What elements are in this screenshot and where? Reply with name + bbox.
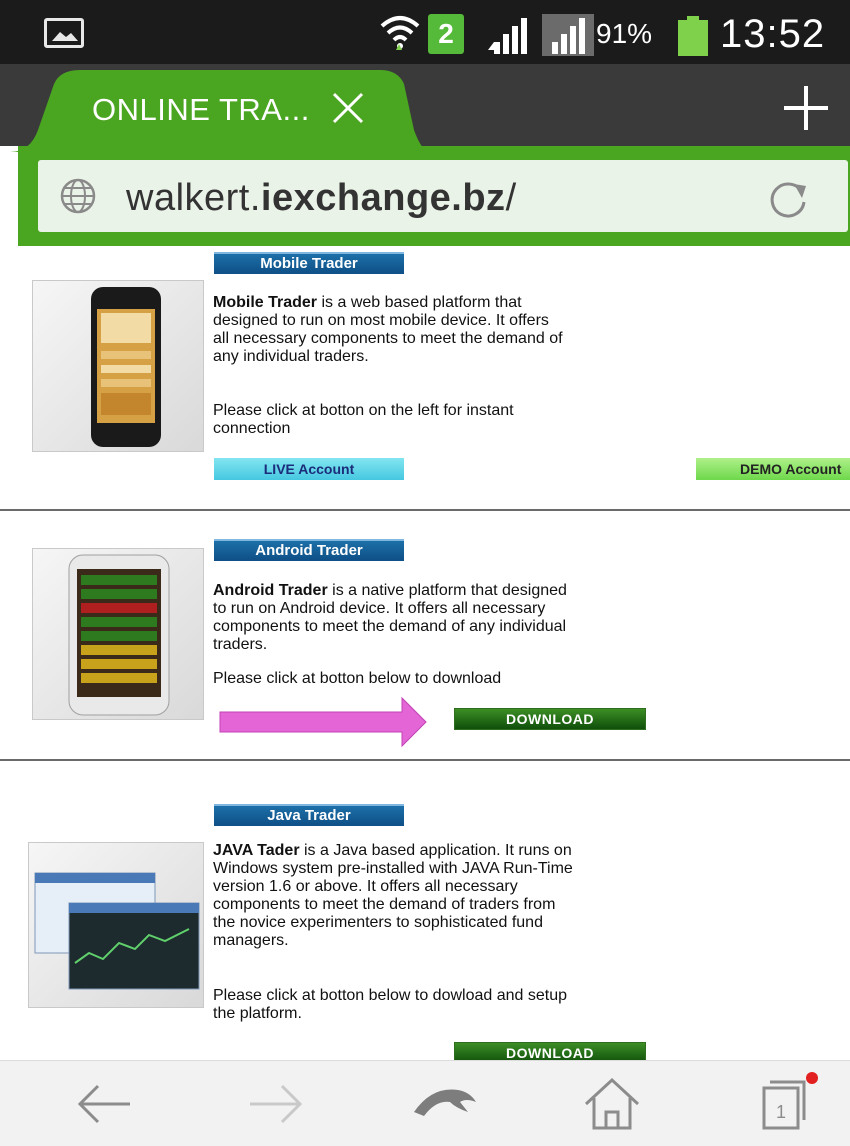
url-prefix: walkert. [126,177,261,219]
android-download-button[interactable]: DOWNLOAD [454,708,646,730]
demo-account-button[interactable]: DEMO Account [696,458,850,480]
back-arrow-icon[interactable] [72,1072,136,1136]
android-trader-title: Android Trader [214,539,404,561]
android-trader-image [32,548,204,720]
globe-icon [58,176,98,216]
page-content: Mobile Trader Mobile Trader is a web bas… [0,246,850,1060]
image-icon [44,18,84,48]
url-domain: iexchange.bz [260,177,506,219]
arrow-right-icon [219,696,427,748]
section-divider [0,509,850,511]
java-trader-name: JAVA Tader [213,842,300,859]
close-icon[interactable] [326,86,370,130]
android-trader-name: Android Trader [213,582,328,599]
mobile-trader-description: Mobile Trader is a web based platform th… [213,294,563,366]
new-tab-icon[interactable] [780,82,832,134]
clock: 13:52 [720,12,826,56]
live-account-button[interactable]: LIVE Account [214,458,404,480]
reload-icon[interactable] [764,174,812,222]
dolphin-icon[interactable] [410,1072,480,1136]
signal-roaming-icon [542,12,594,61]
mobile-trader-image [32,280,204,452]
java-trader-description: JAVA Tader is a Java based application. … [213,842,573,950]
java-trader-title: Java Trader [214,804,404,826]
url-text[interactable]: walkert.iexchange.bz/ [126,175,517,221]
tab-count: 1 [776,1102,786,1122]
mobile-trader-name: Mobile Trader [213,294,318,311]
android-trader-instruction: Please click at botton below to download [213,670,502,687]
tabs-icon[interactable]: 1 [750,1072,818,1136]
java-trader-instruction: Please click at botton below to dowload … [213,987,568,1022]
status-bar: 2 91% 13:52 [0,0,850,64]
wifi-icon [378,12,422,61]
java-trader-image [28,842,204,1008]
battery-percent: 91% [596,18,653,49]
url-suffix: / [505,177,517,219]
mobile-trader-instruction: Please click at botton on the left for i… [213,402,514,437]
java-download-button[interactable]: DOWNLOAD [454,1042,646,1060]
battery-icon [678,16,708,56]
sim-icon: 2 [428,14,464,54]
mobile-trader-title: Mobile Trader [214,252,404,274]
section-divider [0,759,850,761]
tab-title[interactable]: ONLINE TRA... [92,90,310,130]
home-icon[interactable] [580,1072,644,1136]
forward-arrow-icon[interactable] [244,1072,308,1136]
signal-icon [488,12,528,61]
android-trader-description: Android Trader is a native platform that… [213,582,573,654]
